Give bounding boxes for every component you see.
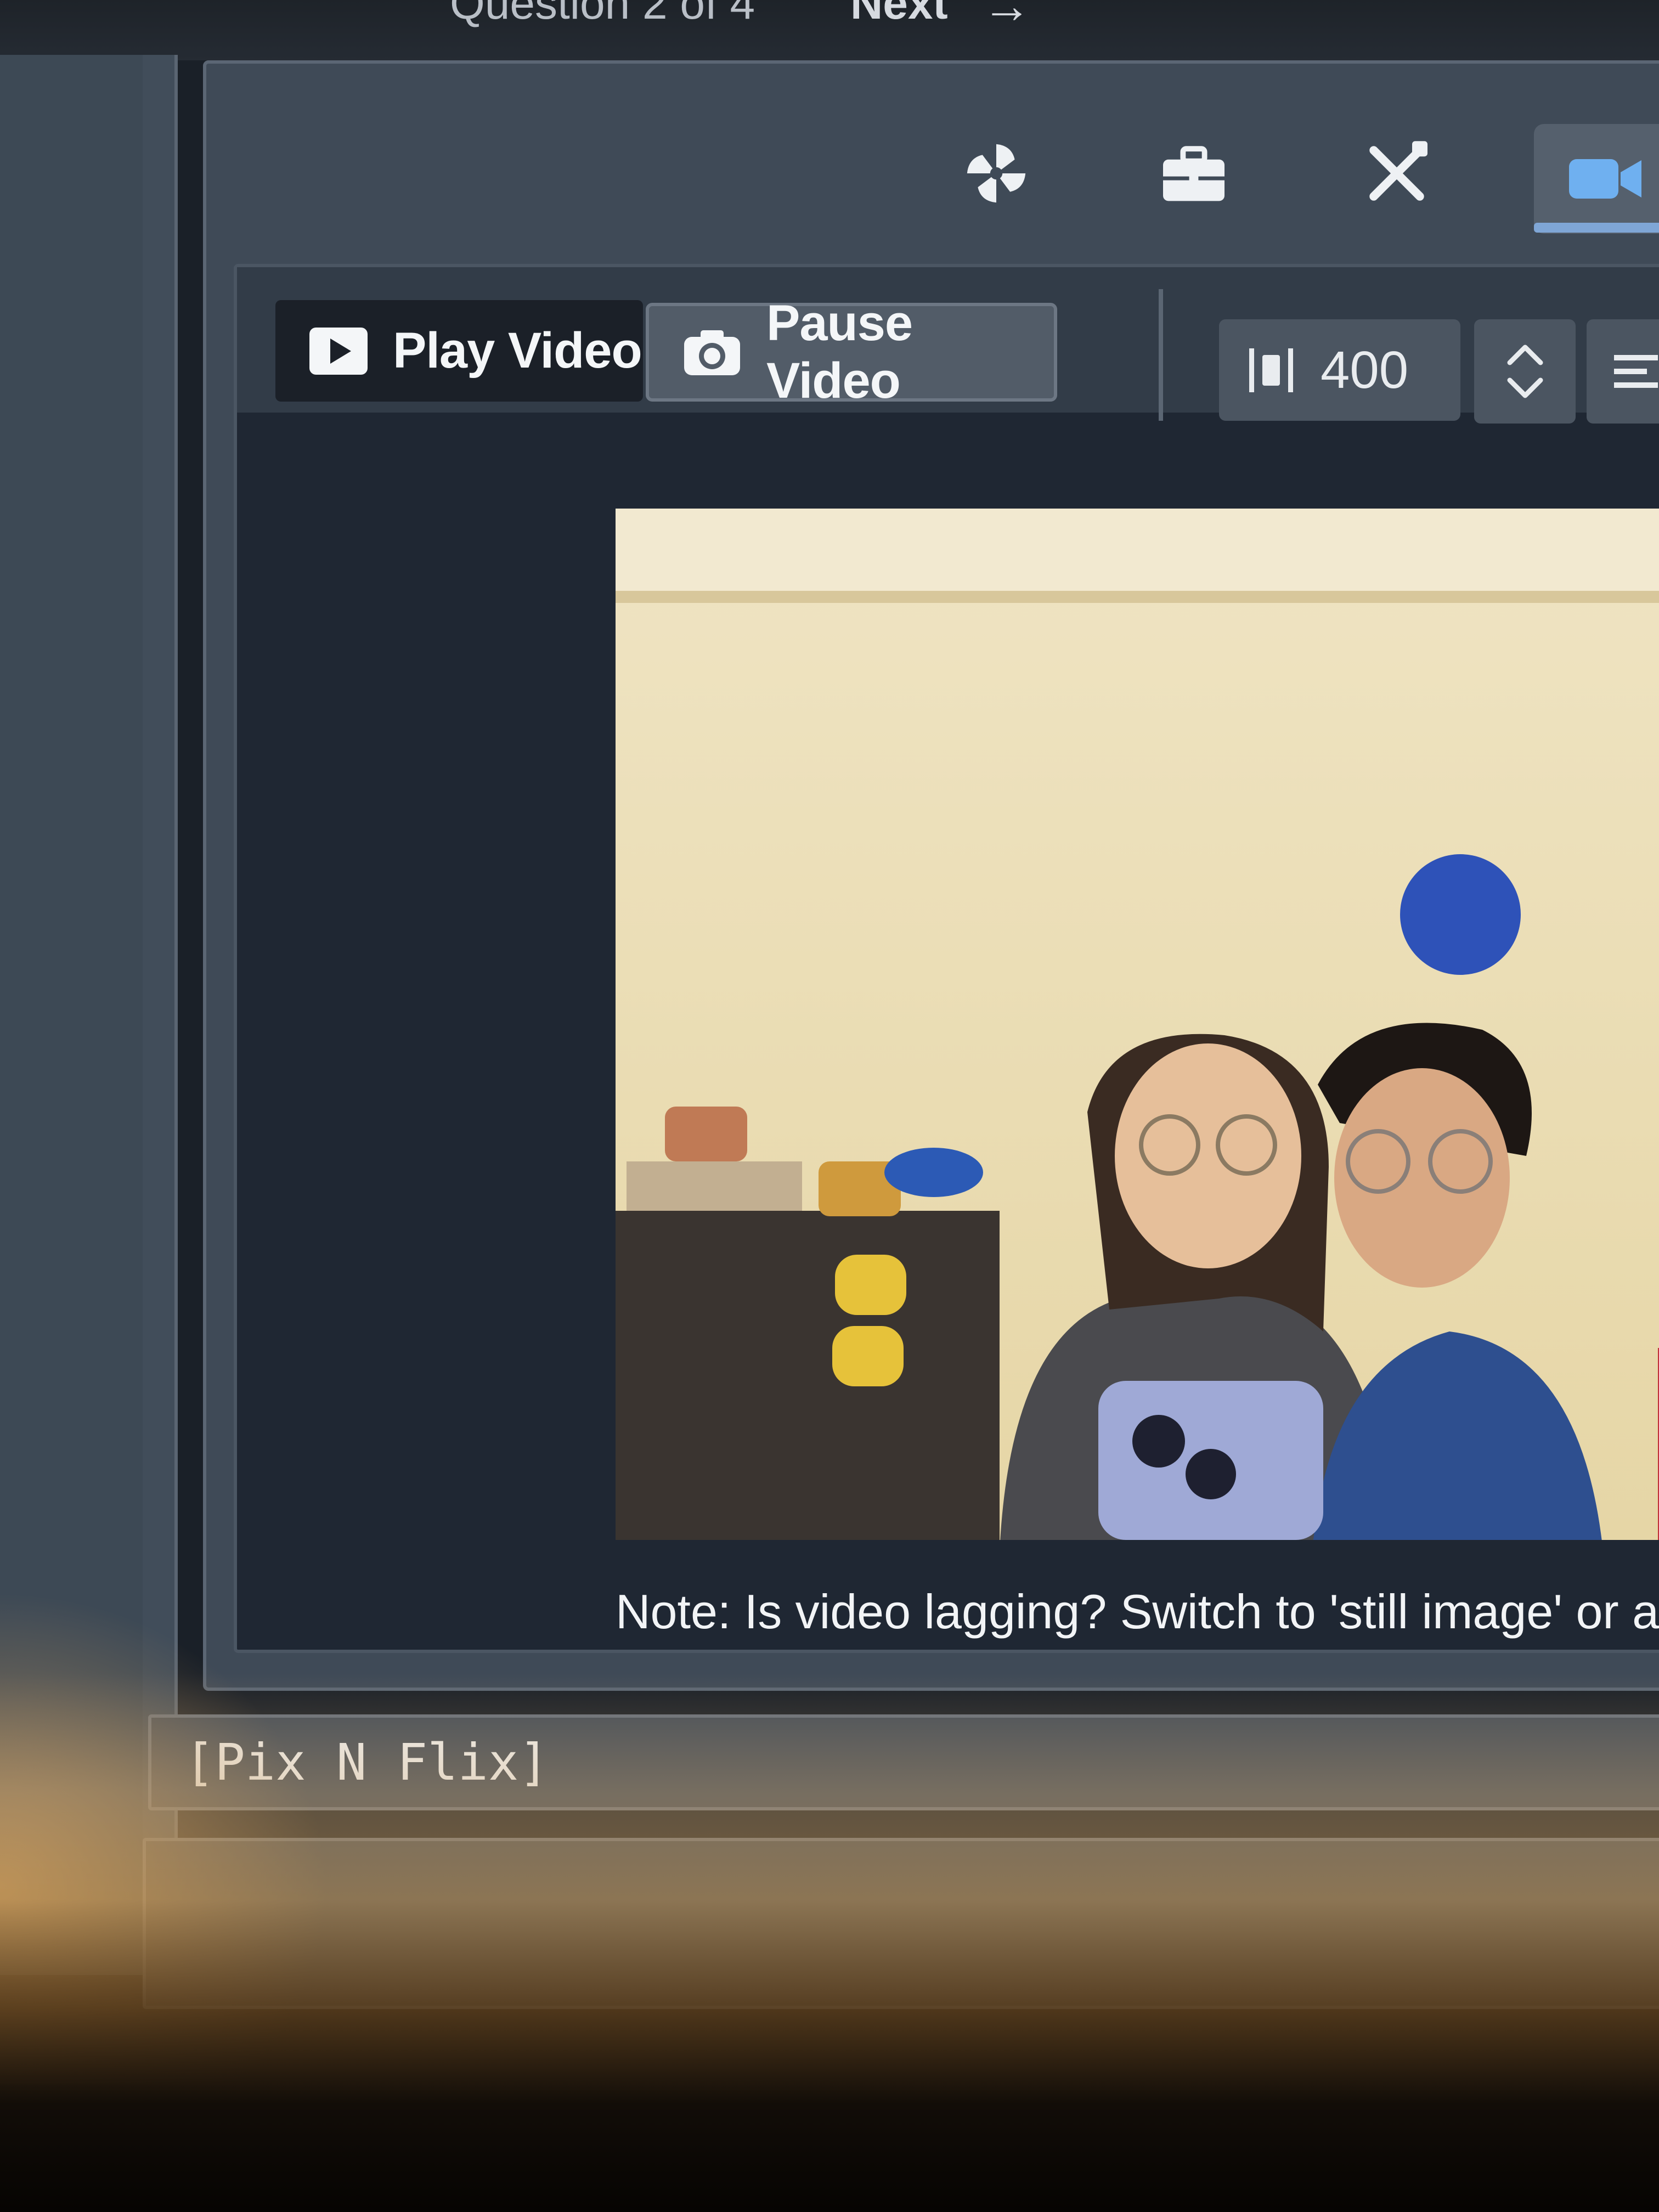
column-width-icon (1244, 343, 1299, 398)
play-video-button[interactable]: Play Video (275, 300, 643, 402)
chevron-down-icon[interactable] (1503, 371, 1547, 404)
video-controls-bar: Play Video Pause Video 400 (237, 267, 1659, 424)
size-value: 400 (1321, 340, 1409, 399)
pause-video-label: Pause Video (766, 295, 913, 409)
next-button[interactable]: Next (850, 0, 948, 30)
tools-icon[interactable] (1353, 129, 1441, 217)
video-camera-icon (1569, 159, 1641, 199)
chevron-up-icon[interactable] (1503, 338, 1547, 371)
size-stepper[interactable] (1474, 319, 1576, 424)
caption-bar: [Pix N Flix] (148, 1714, 1659, 1810)
layout-menu-button[interactable] (1587, 319, 1659, 424)
lower-panel (143, 1838, 1659, 2009)
left-side-panel (0, 55, 178, 1975)
webcam-feed (616, 509, 1659, 1540)
pinwheel-icon[interactable] (952, 129, 1040, 217)
play-video-label: Play Video (393, 323, 642, 379)
main-window: Play Video Pause Video 400 Note: Is vide… (203, 60, 1659, 1691)
header-divider (1159, 289, 1163, 421)
menu-icon (1614, 355, 1658, 388)
size-input[interactable]: 400 (1219, 319, 1460, 421)
briefcase-icon[interactable] (1150, 129, 1238, 217)
question-counter: Question 2 of 4 (450, 0, 755, 29)
play-icon (308, 326, 369, 376)
video-panel: Play Video Pause Video 400 Note: Is vide… (234, 264, 1659, 1653)
arrow-right-icon[interactable]: → (982, 0, 1031, 35)
camera-icon (682, 327, 742, 377)
lag-note: Note: Is video lagging? Switch to 'still… (616, 1584, 1659, 1639)
pause-video-button[interactable]: Pause Video (646, 295, 1057, 409)
top-navigation-bar: Question 2 of 4 Next → (0, 0, 1659, 60)
tab-video-camera[interactable] (1534, 124, 1659, 234)
active-tab-indicator (1534, 223, 1659, 233)
left-panel-surface (0, 55, 143, 1975)
